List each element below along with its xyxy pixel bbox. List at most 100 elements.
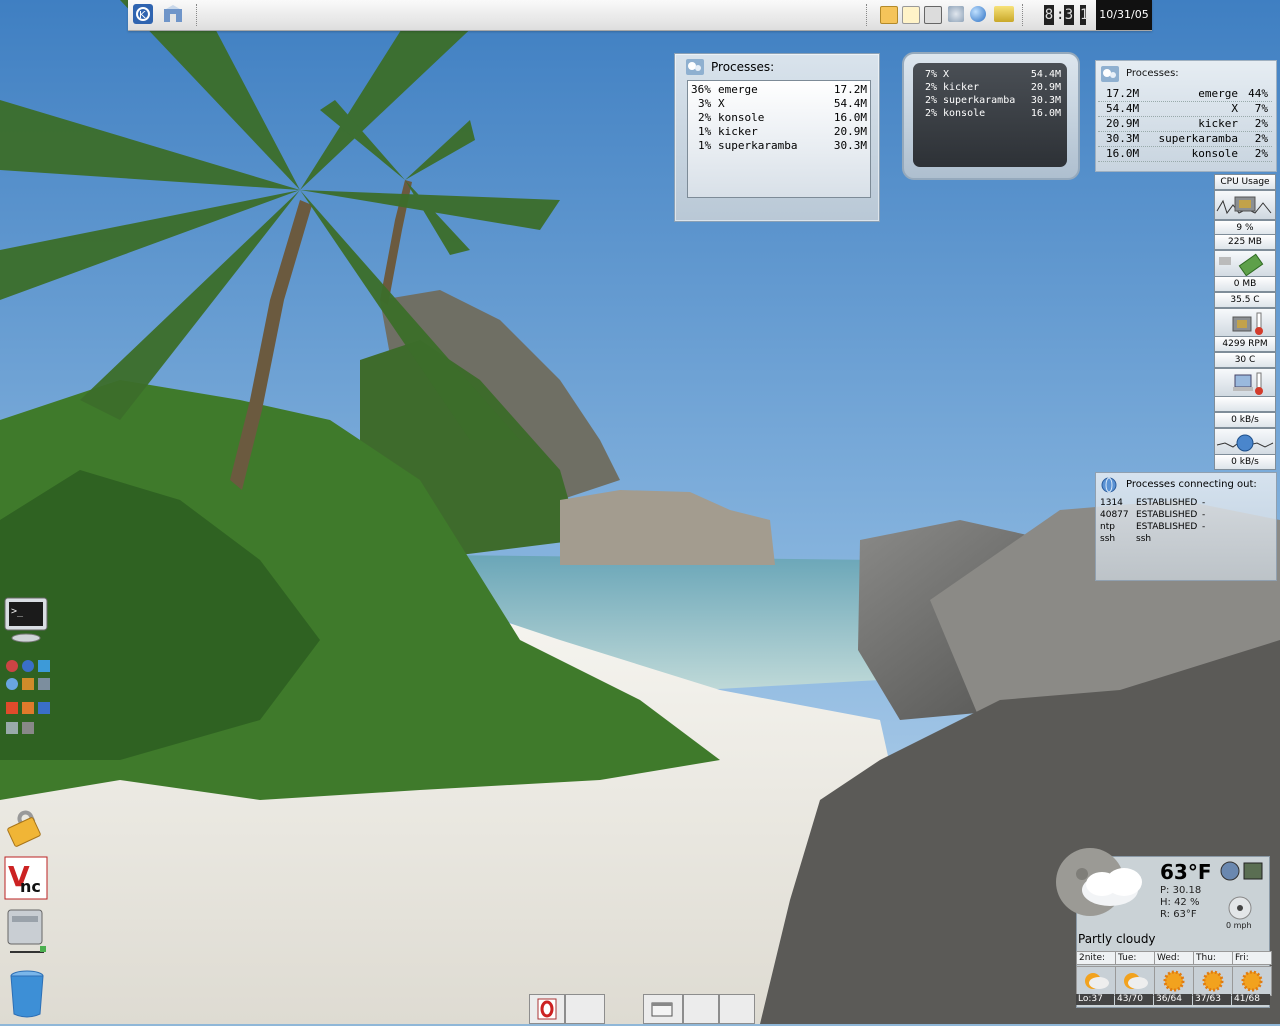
forecast-icon [1115, 966, 1155, 996]
svg-text:K: K [139, 10, 146, 21]
process-memory: 30.3M [1030, 95, 1061, 106]
processes-widget-1[interactable]: Processes: 36% emerge 17.2M 3% X 54.4M 2… [674, 53, 880, 222]
window-icon [651, 1002, 673, 1017]
list-item: 36% emerge 17.2M [688, 83, 870, 97]
quick-launch-applet[interactable] [2, 656, 52, 750]
realfeel: R: 63°F [1160, 909, 1197, 920]
process-name: superkaramba [718, 139, 798, 152]
process-memory: 16.0M [833, 111, 867, 124]
list-item: 1314 ESTABLISHED - [1100, 497, 1272, 509]
process-name: kicker [943, 82, 980, 93]
cpu-percent: 2% [925, 95, 938, 106]
forecast-range: 37/63 [1193, 994, 1231, 1005]
list-item: ssh ssh [1100, 533, 1272, 545]
forecast-range: 43/70 [1115, 994, 1153, 1005]
forecast-icon [1193, 966, 1233, 996]
volume-icon[interactable] [948, 6, 964, 22]
terminal-launcher[interactable]: >_ [2, 596, 50, 644]
connection-process: ntp [1100, 522, 1115, 532]
klipper-icon[interactable] [880, 6, 898, 24]
cpu-percent: 2% [1254, 117, 1268, 130]
cpu-temp-graph [1214, 308, 1276, 338]
taskbar-slot[interactable] [719, 994, 755, 1024]
process-memory: 17.2M [1106, 87, 1140, 100]
cpu-graph [1214, 190, 1276, 220]
connection-state: ESTABLISHED [1136, 522, 1198, 532]
sun-icon [1163, 970, 1185, 992]
processes-icon [1101, 66, 1119, 82]
trash-launcher[interactable] [6, 968, 48, 1018]
process-name: X [943, 69, 950, 80]
app-launcher-icons [6, 660, 50, 734]
kde-menu-button[interactable]: K [132, 3, 154, 25]
network-download: 0 kB/s [1214, 454, 1276, 470]
vnc-launcher[interactable]: V nc [4, 856, 48, 900]
lock-screen-launcher[interactable] [4, 804, 48, 848]
cpu-percent: 44% [1248, 87, 1268, 100]
cpu-percent: 2% [925, 108, 938, 119]
list-item: 1% superkaramba 30.3M [688, 139, 870, 153]
sysmon-spacer [1214, 396, 1276, 412]
sun-icon [1202, 970, 1224, 992]
list-item: 16.0M konsole 2% [1098, 147, 1272, 162]
processes-widget-2[interactable]: 7% X 54.4M 2% kicker 20.9M 2% superkaram… [902, 52, 1080, 180]
panel-separator [196, 4, 199, 26]
process-name: kicker [718, 125, 758, 138]
network-upload: 0 kB/s [1214, 412, 1276, 428]
kontact-icon[interactable] [902, 6, 920, 24]
forecast-day: Thu: [1193, 951, 1233, 965]
clock-colon: : [1056, 7, 1065, 23]
cpu-usage-title: CPU Usage [1214, 174, 1276, 190]
weather-widget[interactable]: 63°F P: 30.18 H: 42 % R: 63°F 0 mph Part… [1052, 844, 1272, 1008]
widget-title: Processes: [711, 60, 775, 74]
list-item: 7% X 54.4M [913, 68, 1067, 81]
battery-icon[interactable] [994, 6, 1014, 22]
partly-cloudy-night-icon [1056, 848, 1142, 916]
clock-digit: 8 [1044, 5, 1054, 25]
list-item: 40877 ESTABLISHED - [1100, 509, 1272, 521]
fan-speed: 4299 RPM [1214, 336, 1276, 352]
forecast-day: Wed: [1154, 951, 1194, 965]
network-icon[interactable] [970, 6, 986, 22]
system-monitor-widget[interactable]: CPU Usage 9 % 225 MB 0 MB 35.5 C 4299 RP… [1214, 174, 1276, 470]
list-item: 30.3M superkaramba 2% [1098, 132, 1272, 147]
printer-icon[interactable] [924, 6, 942, 24]
opera-taskbar-button[interactable] [529, 994, 565, 1024]
processes-widget-3[interactable]: Processes: 17.2M emerge 44% 54.4M X 7% 2… [1095, 60, 1277, 172]
connection-state: ssh [1136, 534, 1152, 544]
kde-menu-icon: K [133, 4, 153, 24]
home-folder-button[interactable] [162, 3, 184, 25]
connection-process: 40877 [1100, 510, 1129, 520]
list-item: 3% X 54.4M [688, 97, 870, 111]
list-item: 1% kicker 20.9M [688, 125, 870, 139]
partly-cloudy-icon [1124, 973, 1148, 989]
swap-used: 0 MB [1214, 276, 1276, 292]
forecast-day: Tue: [1115, 951, 1155, 965]
cpu-percent: 2% [1254, 132, 1268, 145]
wind-speed: 0 mph [1226, 921, 1252, 930]
window-list-button[interactable] [643, 994, 683, 1024]
process-name: superkaramba [943, 95, 1016, 106]
humidity: H: 42 % [1160, 897, 1200, 908]
list-item: ntp ESTABLISHED - [1100, 521, 1272, 533]
drive-icon [7, 909, 46, 953]
process-memory: 20.9M [833, 125, 867, 138]
temperature: 63°F [1160, 860, 1212, 884]
drive-launcher[interactable] [4, 908, 48, 958]
globe-map-icon [1220, 861, 1263, 881]
connection-process: 1314 [1100, 498, 1123, 508]
connections-widget[interactable]: Processes connecting out: 1314 ESTABLISH… [1095, 472, 1277, 581]
connection-process: ssh [1100, 534, 1116, 544]
cpu-percent: 2% [1254, 147, 1268, 160]
cpu-chip-icon [1216, 196, 1272, 215]
process-memory: 54.4M [833, 97, 867, 110]
taskbar-slot[interactable] [683, 994, 719, 1024]
forecast-icon [1076, 966, 1116, 996]
bottom-taskbar [525, 994, 757, 1024]
list-item: 2% superkaramba 30.3M [913, 94, 1067, 107]
taskbar-slot[interactable] [565, 994, 605, 1024]
widget-title: Processes connecting out: [1126, 479, 1257, 490]
date-display[interactable]: 10/31/05 [1096, 0, 1152, 30]
list-item: 2% konsole 16.0M [688, 111, 870, 125]
connection-state: ESTABLISHED [1136, 510, 1198, 520]
